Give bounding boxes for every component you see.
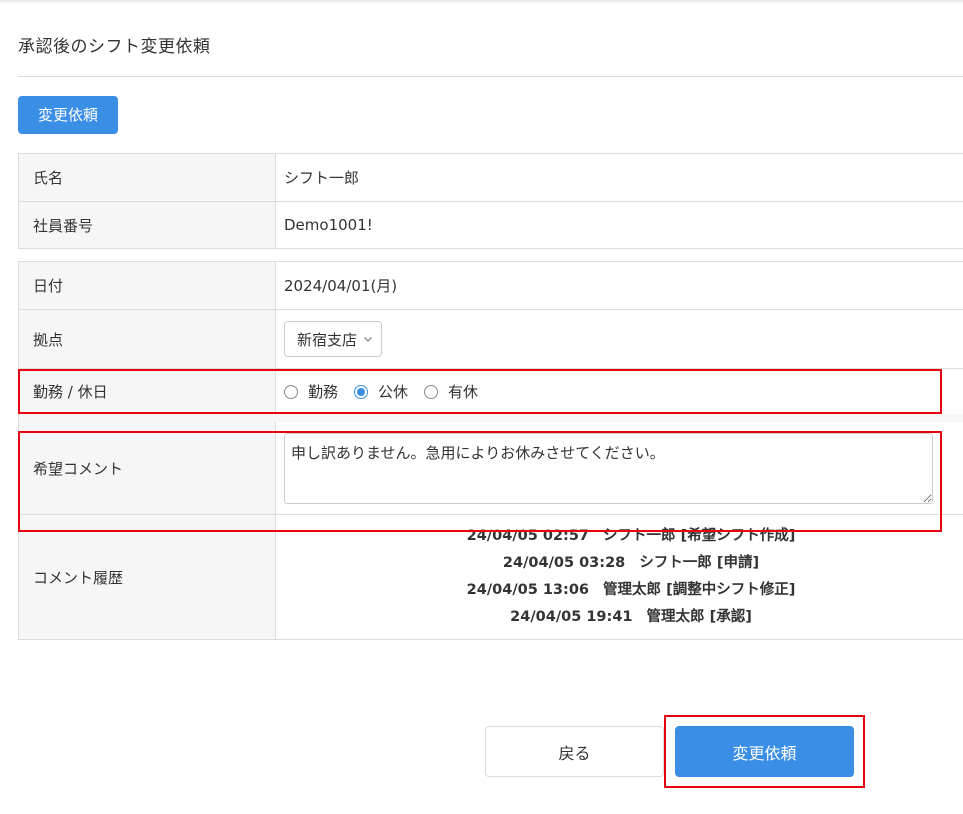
comment-textarea[interactable]: 申し訳ありません。急用によりお休みさせてください。	[284, 432, 933, 504]
shift-detail-table: 日付 2024/04/01(月) 拠点 新宿支店 勤務 / 休日 勤務 公休 有…	[18, 261, 963, 640]
radio-work[interactable]	[284, 384, 298, 399]
location-selected-value: 新宿支店	[297, 330, 358, 349]
history-text: シフト一郎 [希望シフト作成]	[603, 528, 796, 544]
history-entry: 24/04/05 03:28 シフト一郎 [申請]	[503, 550, 759, 577]
radio-public-holiday-label: 公休	[378, 383, 409, 401]
worktype-radio-group: 勤務 公休 有休	[284, 381, 494, 402]
history-label: コメント履歴	[19, 515, 276, 639]
worktype-option-work[interactable]: 勤務	[284, 381, 338, 402]
radio-work-label: 勤務	[308, 383, 339, 401]
comment-cell: 申し訳ありません。急用によりお休みさせてください。	[276, 422, 963, 514]
location-label: 拠点	[19, 310, 276, 368]
comment-row: 希望コメント 申し訳ありません。急用によりお休みさせてください。	[19, 414, 963, 514]
radio-paid-leave-label: 有休	[448, 383, 479, 401]
comment-label: 希望コメント	[19, 422, 276, 514]
employee-name-row: 氏名 シフト一郎	[19, 154, 963, 201]
history-row: コメント履歴 24/04/05 02:57 シフト一郎 [希望シフト作成] 24/…	[19, 514, 963, 639]
change-request-submit-button[interactable]: 変更依頼	[675, 726, 854, 777]
history-text: シフト一郎 [申請]	[639, 555, 760, 571]
date-value: 2024/04/01(月)	[276, 262, 963, 309]
location-select[interactable]: 新宿支店	[284, 321, 383, 357]
history-entry: 24/04/05 19:41 管理太郎 [承認]	[510, 604, 752, 631]
employee-info-table: 氏名 シフト一郎 社員番号 Demo1001!	[18, 153, 963, 249]
date-row: 日付 2024/04/01(月)	[19, 262, 963, 309]
worktype-label: 勤務 / 休日	[19, 369, 276, 414]
location-cell: 新宿支店	[276, 310, 963, 368]
employee-id-label: 社員番号	[19, 202, 276, 248]
history-entry: 24/04/05 02:57 シフト一郎 [希望シフト作成]	[467, 523, 796, 550]
history-entry: 24/04/05 13:06 管理太郎 [調整中シフト修正]	[467, 577, 796, 604]
top-strip	[0, 0, 963, 4]
history-timestamp: 24/04/05 19:41	[510, 609, 633, 625]
worktype-cell: 勤務 公休 有休	[276, 369, 963, 414]
history-timestamp: 24/04/05 03:28	[502, 555, 626, 571]
history-list: 24/04/05 02:57 シフト一郎 [希望シフト作成] 24/04/05 0…	[276, 515, 963, 639]
date-label: 日付	[19, 262, 276, 309]
radio-public-holiday[interactable]	[354, 384, 369, 399]
employee-name-value: シフト一郎	[276, 154, 963, 201]
worktype-option-paid-leave[interactable]: 有休	[424, 381, 478, 402]
history-text: 管理太郎 [承認]	[646, 609, 752, 625]
employee-id-value: Demo1001!	[276, 202, 963, 248]
worktype-row: 勤務 / 休日 勤務 公休 有休	[19, 368, 963, 414]
employee-name-label: 氏名	[19, 154, 276, 201]
employee-id-row: 社員番号 Demo1001!	[19, 201, 963, 248]
history-timestamp: 24/04/05 13:06	[466, 582, 590, 598]
worktype-option-holiday[interactable]: 公休	[354, 381, 408, 402]
back-button[interactable]: 戻る	[485, 726, 664, 777]
radio-paid-leave[interactable]	[424, 384, 439, 399]
change-request-top-button[interactable]: 変更依頼	[18, 96, 118, 134]
history-timestamp: 24/04/05 02:57	[466, 528, 590, 544]
title-divider	[18, 76, 963, 77]
chevron-down-icon	[364, 337, 372, 342]
history-text: 管理太郎 [調整中シフト修正]	[603, 582, 796, 598]
location-row: 拠点 新宿支店	[19, 309, 963, 368]
page-title: 承認後のシフト変更依頼	[18, 37, 211, 57]
